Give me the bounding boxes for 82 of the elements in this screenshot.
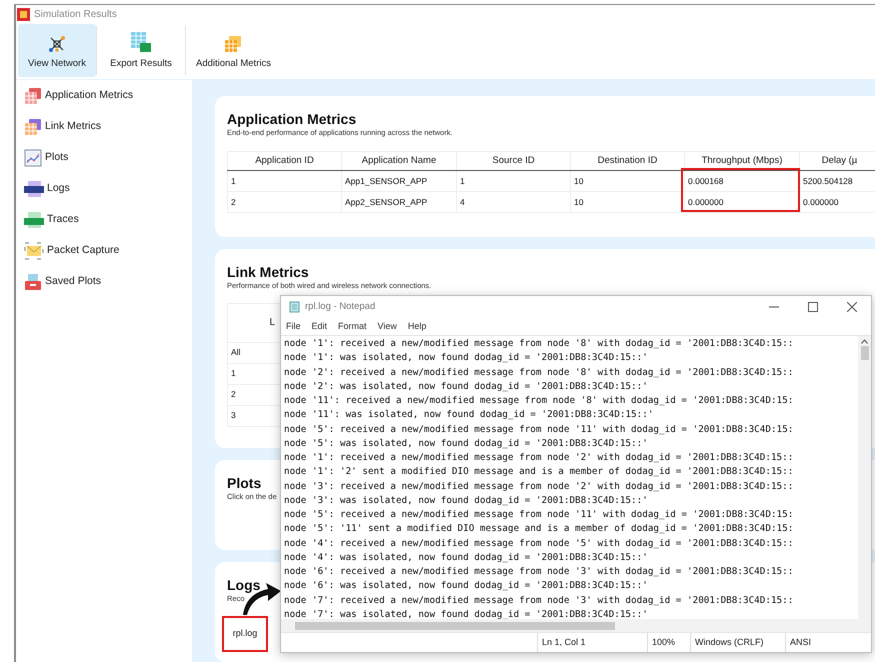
scroll-up-icon[interactable]: [861, 339, 868, 344]
sidebar-item[interactable]: Plots: [24, 148, 68, 167]
status-text: 100%: [647, 633, 690, 652]
table-cell: 0.000000: [684, 192, 799, 212]
toolbar-button[interactable]: Export Results: [97, 24, 185, 77]
section-title: Link Metrics: [227, 262, 309, 281]
table-cell: 1: [227, 171, 341, 191]
log-line: node '1': '2' sent a modified DIO message and is a member of dodag_id = '2001:DB8:3C4D:15::: [284, 465, 794, 480]
chart-icon: [24, 148, 42, 166]
column-header: Destination ID: [570, 152, 684, 170]
menu-item[interactable]: Help: [408, 320, 426, 334]
notepad-icon: [289, 301, 300, 313]
menu-item[interactable]: Format: [338, 320, 367, 334]
toolbar-button[interactable]: Additional Metrics: [186, 24, 281, 77]
toolbar-button[interactable]: View Network: [18, 24, 96, 77]
log-line: node '2': received a new/modified message from node '8' with dodag_id = '2001:DB8:3C4D:15::: [284, 366, 794, 380]
table-cell: 5200.504128: [799, 171, 875, 191]
menu-item[interactable]: File: [286, 320, 301, 334]
sidebar-item[interactable]: Logs: [24, 179, 70, 198]
horizontal-scrollbar[interactable]: [281, 619, 871, 632]
sidebar-item[interactable]: Link Metrics: [24, 117, 102, 136]
sidebar-item[interactable]: Application Metrics: [24, 86, 134, 105]
column-header: Application ID: [227, 152, 341, 170]
table-cell: 1: [456, 171, 570, 191]
envelope-icon: [24, 242, 44, 260]
logs-icon: [24, 180, 44, 198]
drawer-icon: [24, 272, 42, 290]
log-line: node '3': was isolated, now found dodag_id = '2001:DB8:3C4D:15::': [284, 494, 648, 508]
log-line: node '6': was isolated, now found dodag_id = '2001:DB8:3C4D:15::': [284, 579, 648, 594]
vertical-scrollbar[interactable]: [858, 336, 871, 619]
table-icon: [24, 86, 42, 104]
table-cell: 0.000168: [684, 171, 799, 191]
table-icon: [24, 118, 42, 136]
log-line: node '1': was isolated, now found dodag_id = '2001:DB8:3C4D:15::': [284, 351, 648, 366]
log-file-link[interactable]: rpl.log: [222, 616, 268, 652]
csv-icon: [24, 210, 44, 228]
log-line: node '5': received a new/modified message from node '11' with dodag_id = '2001:DB8:3C4D:15:: [284, 422, 794, 436]
close-icon[interactable]: [847, 302, 857, 312]
status-text: ANSI: [785, 633, 845, 652]
section-title: Application Metrics: [227, 110, 356, 128]
sidebar-item[interactable]: Saved Plots: [24, 272, 102, 291]
window-title: rpl.log - Notepad: [305, 300, 376, 314]
log-line: node '2': was isolated, now found dodag_id = '2001:DB8:3C4D:15::': [284, 380, 648, 394]
column-header: Application Name: [341, 152, 456, 170]
window-title: Simulation Results: [34, 8, 117, 22]
section-title: Plots: [227, 474, 262, 492]
table-cell: 10: [570, 192, 684, 212]
app-logo-icon: [17, 8, 30, 21]
scrollbar-thumb[interactable]: [860, 346, 868, 360]
log-line: node '11': was isolated, now found dodag_id = '2001:DB8:3C4D:15::': [284, 408, 654, 422]
spreadsheet-icon: [130, 30, 152, 53]
log-line: node '1': received a new/modified message from node '8' with dodag_id = '2001:DB8:3C4D:15::: [284, 337, 794, 351]
table-cell: App2_SENSOR_APP: [341, 192, 456, 212]
network-icon: [47, 34, 67, 53]
menu-item[interactable]: Edit: [312, 320, 328, 334]
sidebar-item[interactable]: Packet Capture: [24, 241, 120, 260]
log-line: node '4': was isolated, now found dodag_id = '2001:DB8:3C4D:15::': [284, 550, 648, 565]
sidebar-item[interactable]: Traces: [24, 210, 79, 229]
table-icon: [224, 34, 242, 53]
maximize-icon[interactable]: [808, 302, 818, 312]
menu-item[interactable]: View: [378, 320, 397, 334]
status-text: Windows (CRLF): [690, 633, 785, 652]
column-header: Source ID: [456, 152, 570, 170]
table-cell: 0.000000: [799, 192, 875, 212]
log-line: node '7': was isolated, now found dodag_id = '2001:DB8:3C4D:15::': [284, 608, 648, 619]
table-cell: 4: [456, 192, 570, 212]
log-line: node '3': received a new/modified message from node '2' with dodag_id = '2001:DB8:3C4D:15::: [284, 480, 794, 494]
log-line: node '5': was isolated, now found dodag_id = '2001:DB8:3C4D:15::': [284, 436, 648, 451]
log-line: node '6': received a new/modified message from node '3' with dodag_id = '2001:DB8:3C4D:15::: [284, 565, 794, 579]
table-cell: 10: [570, 171, 684, 191]
log-line: node '1': received a new/modified message from node '2' with dodag_id = '2001:DB8:3C4D:15::: [284, 451, 794, 465]
log-line: node '4': received a new/modified message from node '5' with dodag_id = '2001:DB8:3C4D:15::: [284, 536, 794, 550]
column-header: Throughput (Mbps): [684, 152, 799, 170]
log-line: node '11': received a new/modified message from node '8' with dodag_id = '2001:DB8:3C4D:15:: [284, 394, 794, 408]
column-header: Delay (µ: [799, 152, 875, 170]
log-line: node '5': '11' sent a modified DIO message and is a member of dodag_id = '2001:DB8:3C4D:15:: [284, 522, 794, 536]
table-cell: App1_SENSOR_APP: [341, 171, 456, 191]
section-title: Logs: [227, 576, 260, 594]
log-line: node '7': received a new/modified message from node '3' with dodag_id = '2001:DB8:3C4D:15::: [284, 594, 794, 608]
table-cell: 2: [227, 192, 341, 212]
log-line: node '5': received a new/modified message from node '11' with dodag_id = '2001:DB8:3C4D:15:: [284, 508, 794, 522]
status-text: Ln 1, Col 1: [537, 633, 647, 652]
